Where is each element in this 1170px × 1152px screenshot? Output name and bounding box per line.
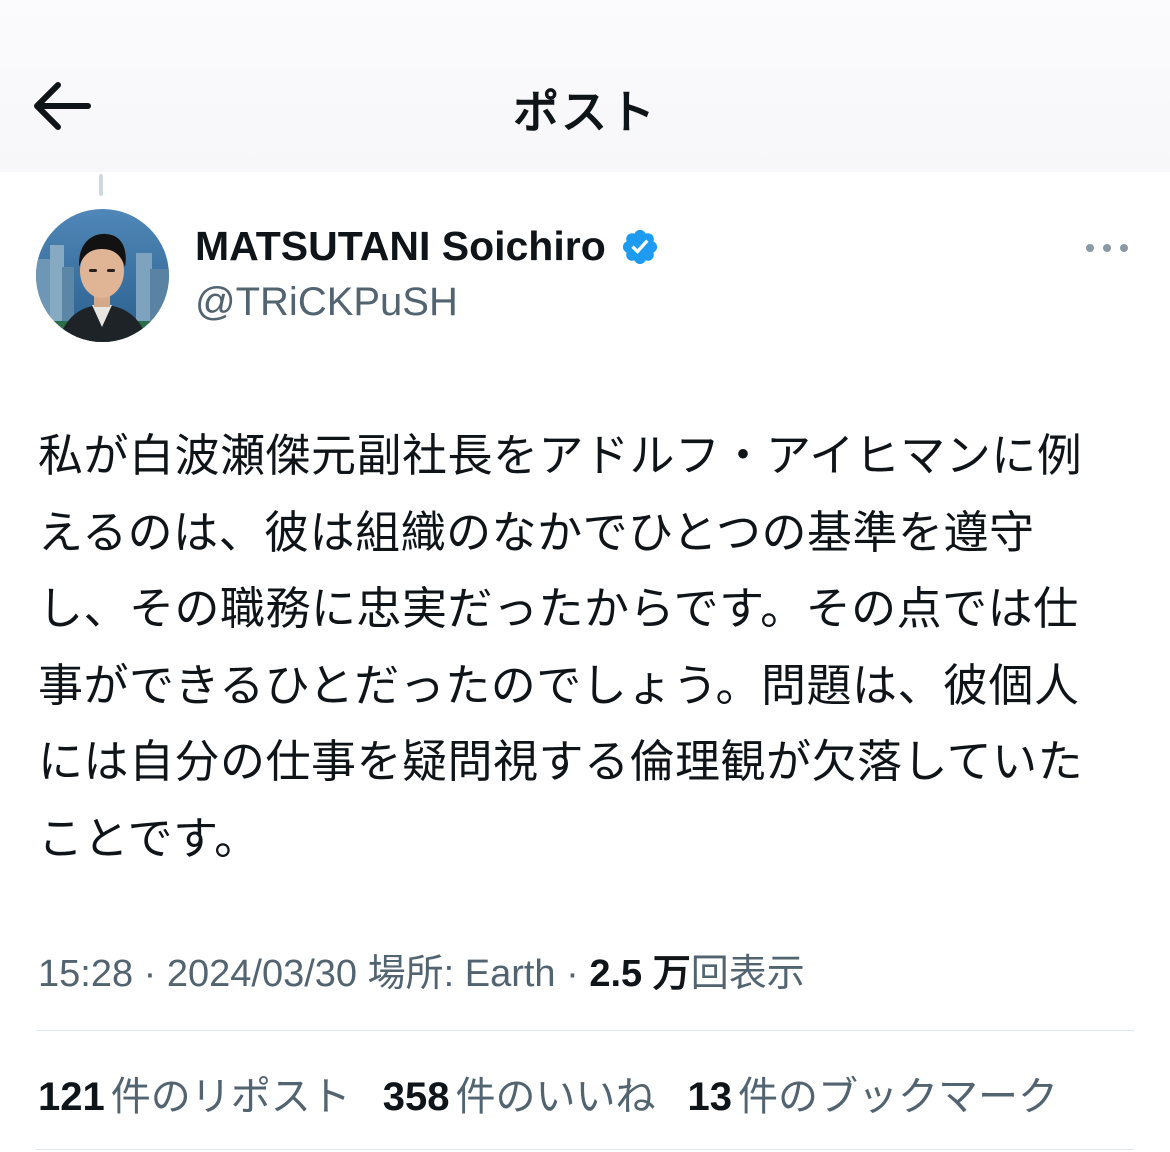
author-handle[interactable]: @TRiCKPuSH	[195, 280, 458, 325]
reposts-count: 121	[38, 1075, 105, 1119]
post-text-line: には自分の仕事を疑問視する倫理観が欠落していた	[38, 736, 1084, 787]
post-text-line: 事ができるひとだったのでしょう。問題は、彼個人	[38, 659, 1080, 711]
divider	[36, 1030, 1134, 1031]
divider	[36, 1149, 1134, 1150]
post-text-line: 私が白波瀬傑元副社長をアドルフ・アイヒマンに例	[38, 430, 1083, 481]
reposts-label: 件のリポスト	[110, 1075, 351, 1119]
top-nav-bar: ポスト	[0, 0, 1170, 172]
profile-photo	[36, 209, 169, 342]
verified-badge-icon	[622, 229, 657, 264]
likes-label: 件のいいね	[455, 1075, 656, 1119]
post-metadata: 15:28 · 2024/03/30 場所: Earth · 2.5 万回表示	[38, 942, 805, 997]
page-title: ポスト	[513, 86, 657, 138]
meta-separator: ·	[566, 953, 579, 995]
thread-connector-line	[99, 174, 103, 196]
more-horizontal-icon	[1086, 244, 1128, 252]
bookmarks-stat[interactable]: 13 件のブックマーク	[688, 1064, 1059, 1122]
likes-count: 358	[382, 1075, 450, 1119]
reposts-stat[interactable]: 121 件のリポスト	[38, 1064, 351, 1122]
bookmarks-label: 件のブックマーク	[738, 1075, 1058, 1119]
engagement-stats: 121 件のリポスト 358 件のいいね 13 件のブックマーク	[38, 1064, 1058, 1122]
more-options-button[interactable]	[1082, 236, 1132, 260]
post-location: 場所: Earth	[367, 953, 556, 995]
post-time[interactable]: 15:28	[38, 953, 133, 995]
author-name[interactable]: MATSUTANI Soichiro	[195, 223, 660, 270]
bookmarks-count: 13	[687, 1075, 733, 1119]
likes-stat[interactable]: 358 件のいいね	[383, 1064, 656, 1122]
meta-separator: ·	[143, 953, 157, 995]
views-label: 回表示	[690, 953, 805, 995]
post-date[interactable]: 2024/03/30	[167, 953, 357, 995]
post-text: 私が白波瀬傑元副社長をアドルフ・アイヒマンに例 えるのは、彼は組織のなかでひとつ…	[38, 418, 1138, 877]
author-name-text: MATSUTANI Soichiro	[195, 223, 606, 269]
post-text-line: えるのは、彼は組織のなかでひとつの基準を遵守	[38, 506, 1035, 558]
views-count[interactable]: 2.5 万	[589, 953, 690, 995]
avatar[interactable]	[36, 209, 169, 342]
post-text-line: し、その職務に忠実だったからです。その点では仕	[38, 583, 1079, 634]
post-text-line: ことです。	[38, 812, 260, 864]
